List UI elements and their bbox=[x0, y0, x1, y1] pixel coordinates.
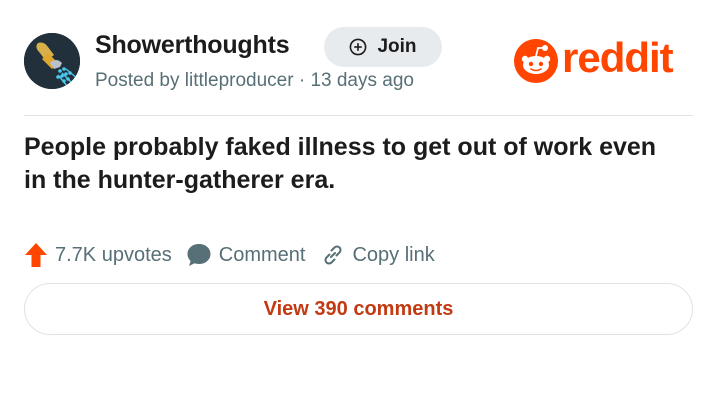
copy-link-label: Copy link bbox=[352, 243, 435, 266]
showerhead-icon bbox=[24, 33, 80, 89]
link-icon bbox=[324, 245, 342, 265]
upvote-action[interactable]: 7.7K upvotes bbox=[24, 242, 172, 268]
snoo-icon bbox=[514, 39, 558, 83]
subreddit-avatar[interactable] bbox=[24, 33, 80, 89]
post-meta: Posted by littleproducer · 13 days ago bbox=[95, 70, 414, 91]
upvote-count: 7.7K upvotes bbox=[55, 243, 172, 266]
comment-label: Comment bbox=[218, 243, 306, 266]
reddit-logo: reddit bbox=[514, 34, 674, 83]
view-comments-button[interactable]: View 390 comments bbox=[24, 283, 693, 335]
comment-action[interactable]: Comment bbox=[186, 242, 306, 268]
join-button[interactable]: Join bbox=[324, 27, 442, 67]
post-card: Showerthoughts Join Posted by littleprod… bbox=[0, 0, 716, 404]
post-header: Showerthoughts Join Posted by littleprod… bbox=[0, 0, 716, 116]
copy-link-action[interactable]: Copy link bbox=[321, 243, 435, 267]
join-button-label: Join bbox=[377, 36, 417, 57]
header-divider bbox=[24, 115, 693, 116]
logo-wordmark: reddit bbox=[562, 34, 674, 81]
post-title[interactable]: People probably faked illness to get out… bbox=[24, 131, 684, 197]
plus-circle-icon bbox=[350, 38, 367, 56]
subreddit-name[interactable]: Showerthoughts bbox=[95, 31, 290, 60]
post-actions: 7.7K upvotes Comment Copy link bbox=[24, 238, 435, 272]
upvote-arrow-icon bbox=[25, 243, 47, 267]
comment-bubble-icon bbox=[187, 244, 211, 266]
